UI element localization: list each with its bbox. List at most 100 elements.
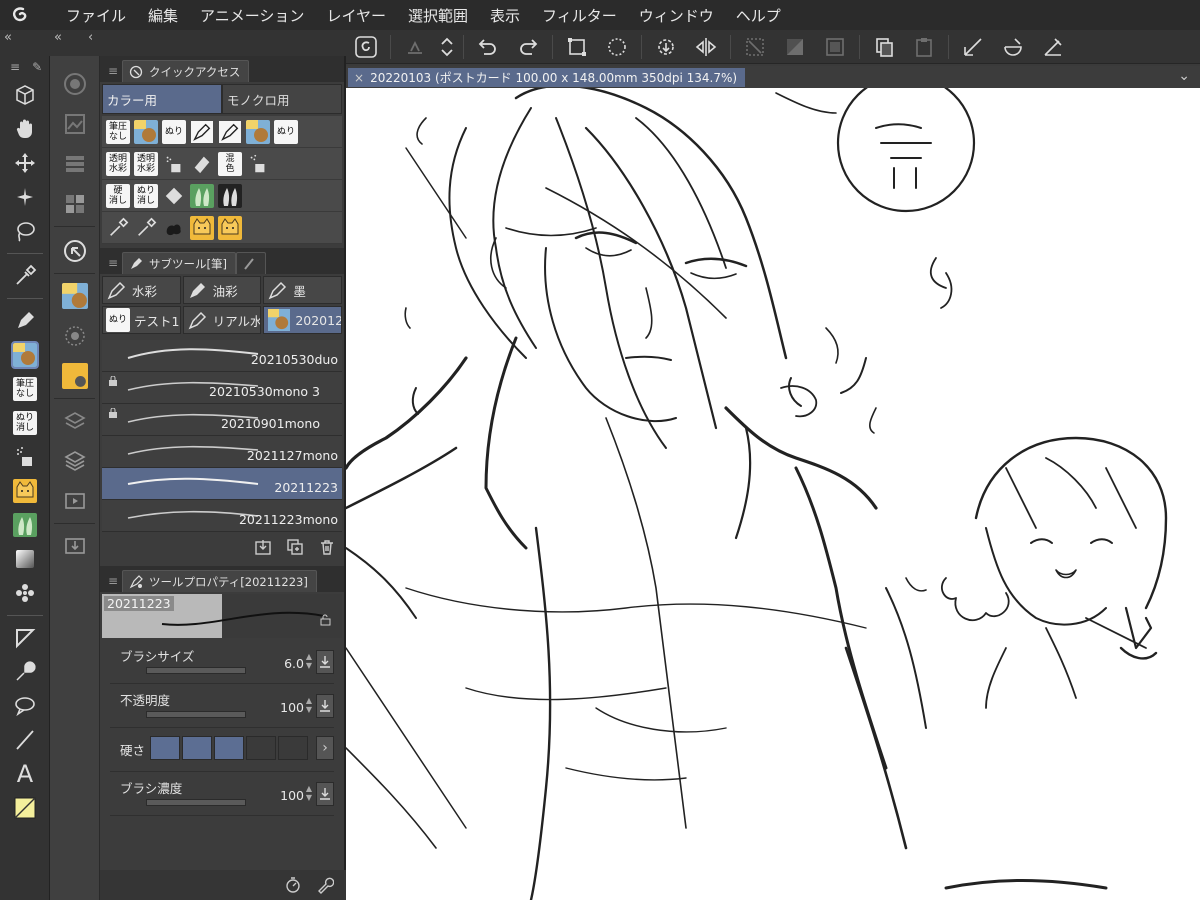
menu-filter[interactable]: フィルター <box>542 5 617 26</box>
qa-clear-watercolor[interactable]: 透明 水彩 <box>133 151 159 177</box>
qa-eraser-icon[interactable] <box>189 151 215 177</box>
qa-airbrush-icon[interactable] <box>161 151 187 177</box>
ruler-snap-icon[interactable] <box>953 30 993 64</box>
brush-size-dropdown[interactable] <box>316 650 334 674</box>
hardness-step[interactable] <box>150 736 180 760</box>
subtool-tab[interactable]: サブツール[筆] <box>122 252 236 274</box>
balloon-icon[interactable] <box>0 689 50 723</box>
collapse-dock-button[interactable]: « <box>54 30 62 48</box>
cat-icon[interactable] <box>0 474 50 508</box>
palette-grip-icon[interactable]: ≡ <box>104 60 122 82</box>
layer-property-icon[interactable] <box>50 144 100 184</box>
palette-grip-icon[interactable]: ≡ <box>104 252 122 274</box>
tab-mono-set[interactable]: モノクロ用 <box>222 84 342 114</box>
hardness-selector[interactable] <box>150 736 308 760</box>
blend-icon[interactable] <box>0 508 50 542</box>
no-pressure-icon[interactable]: 筆圧 なし <box>0 372 50 406</box>
qa-no-pressure[interactable]: 筆圧 なし <box>105 119 131 145</box>
hand-icon[interactable] <box>0 112 50 146</box>
invert-selection-icon[interactable] <box>775 30 815 64</box>
qa-brush-thumb[interactable] <box>133 119 159 145</box>
brush-item[interactable]: 20210530mono 3 <box>102 372 342 404</box>
menu-animation[interactable]: アニメーション <box>200 5 304 26</box>
lock-icon[interactable] <box>320 614 332 626</box>
chevron-down-icon[interactable]: ⌄ <box>1178 68 1190 84</box>
palette-grip-icon[interactable]: ≡ <box>104 570 122 592</box>
material-icon[interactable] <box>50 526 100 566</box>
subtool-group-oil[interactable]: 油彩 <box>182 276 262 304</box>
menu-selection[interactable]: 選択範囲 <box>408 5 468 26</box>
gradient-icon[interactable] <box>0 542 50 576</box>
wrench-icon[interactable] <box>316 876 334 894</box>
clip-studio-icon[interactable] <box>346 30 386 64</box>
subtool-group-real-water[interactable]: リアル水 <box>182 306 262 334</box>
menu-view[interactable]: 表示 <box>490 5 520 26</box>
qa-color-mix[interactable]: 混 色 <box>217 151 243 177</box>
hardness-step[interactable] <box>278 736 308 760</box>
special-ruler-icon[interactable] <box>993 30 1033 64</box>
qa-blend-icon[interactable] <box>189 183 215 209</box>
qa-pen-icon[interactable] <box>217 119 243 145</box>
clear-selection-icon[interactable] <box>735 30 775 64</box>
density-value[interactable]: 100 <box>280 788 304 803</box>
qa-cat-icon[interactable] <box>189 215 215 241</box>
brush-item-selected[interactable]: 20211223 <box>102 468 342 500</box>
subtool-preset-icon[interactable] <box>50 276 100 316</box>
tab-color-set[interactable]: カラー用 <box>102 84 222 114</box>
qa-pen-icon[interactable] <box>189 119 215 145</box>
density-dropdown[interactable] <box>316 782 334 806</box>
trash-icon[interactable] <box>318 538 336 556</box>
menu-window[interactable]: ウィンドウ <box>639 5 714 26</box>
guide-icon[interactable] <box>1033 30 1073 64</box>
qa-cat-icon[interactable] <box>217 215 243 241</box>
app-logo-icon[interactable] <box>0 0 40 30</box>
color-swatch-icon[interactable] <box>0 791 50 825</box>
color-set-icon[interactable] <box>50 184 100 224</box>
transform-icon[interactable] <box>557 30 597 64</box>
quick-access-icon[interactable] <box>50 231 100 271</box>
qa-eyedropper-icon[interactable] <box>133 215 159 241</box>
layer-search-icon[interactable] <box>50 401 100 441</box>
menu-file[interactable]: ファイル <box>66 5 126 26</box>
eyedropper-icon[interactable] <box>0 259 50 293</box>
auto-select-icon[interactable] <box>0 180 50 214</box>
menu-layer[interactable]: レイヤー <box>326 5 386 26</box>
hardness-step[interactable] <box>246 736 276 760</box>
subtool-secondary-tab[interactable] <box>235 252 266 274</box>
layer-icon[interactable] <box>50 441 100 481</box>
select-all-icon[interactable] <box>597 30 637 64</box>
qa-clear-watercolor[interactable]: 透明 水彩 <box>105 151 131 177</box>
subtool-group-202012[interactable]: 202012 <box>263 306 342 334</box>
flip-horizontal-icon[interactable] <box>686 30 726 64</box>
subtool-detail-icon[interactable] <box>50 356 100 396</box>
brush-tab-icon[interactable]: ✎ <box>32 60 42 74</box>
tool-property-tab[interactable]: ツールプロパティ[20211223] <box>122 570 317 592</box>
line-icon[interactable] <box>0 723 50 757</box>
stepper-icon[interactable] <box>435 30 459 64</box>
subtool-group-test[interactable]: ぬり テスト1 <box>102 306 181 334</box>
brush-size-slider[interactable] <box>146 667 246 674</box>
import-icon[interactable] <box>254 538 272 556</box>
fill-icon[interactable] <box>395 30 435 64</box>
brush-size-stepper[interactable]: ▲ ▼ <box>306 652 312 670</box>
opacity-value[interactable]: 100 <box>280 700 304 715</box>
close-tab-icon[interactable]: × <box>354 71 364 85</box>
text-icon[interactable]: A <box>0 757 50 791</box>
qa-blend-icon[interactable] <box>217 183 243 209</box>
correct-line-icon[interactable] <box>0 655 50 689</box>
paste-icon[interactable] <box>904 30 944 64</box>
undo-icon[interactable] <box>468 30 508 64</box>
hardness-step[interactable] <box>182 736 212 760</box>
subtool-group-watercolor[interactable]: 水彩 <box>102 276 181 304</box>
brush-size-value[interactable]: 6.0 <box>284 656 304 671</box>
menu-help[interactable]: ヘルプ <box>736 5 781 26</box>
selection-frame-icon[interactable] <box>815 30 855 64</box>
figure-icon[interactable] <box>0 621 50 655</box>
collapse-tools-button[interactable]: « <box>4 30 12 48</box>
airbrush-icon[interactable] <box>0 440 50 474</box>
drawing-canvas[interactable] <box>346 88 1200 900</box>
qa-blob-icon[interactable] <box>161 215 187 241</box>
qa-fill[interactable]: ぬり <box>161 119 187 145</box>
opacity-slider[interactable] <box>146 711 246 718</box>
qa-brush-thumb[interactable] <box>245 119 271 145</box>
